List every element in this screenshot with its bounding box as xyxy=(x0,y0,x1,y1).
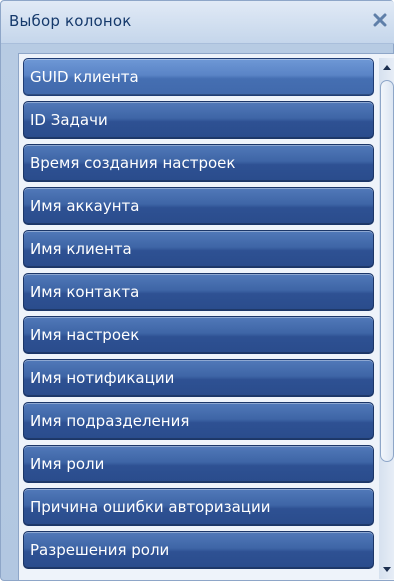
window-title: Выбор колонок xyxy=(9,12,132,30)
column-chooser-window: Выбор колонок GUID клиента ID Задачи Вре… xyxy=(0,0,394,581)
close-button[interactable] xyxy=(369,9,391,31)
scroll-up-button[interactable] xyxy=(379,58,394,76)
column-item-task-id[interactable]: ID Задачи xyxy=(23,101,374,139)
column-item-role-permissions[interactable]: Разрешения роли xyxy=(23,531,374,569)
column-item-label: Имя подразделения xyxy=(30,412,190,430)
column-item-label: GUID клиента xyxy=(30,68,139,86)
column-item-settings-name[interactable]: Имя настроек xyxy=(23,316,374,354)
title-bar[interactable]: Выбор колонок xyxy=(1,1,394,44)
column-item-notification-name[interactable]: Имя нотификации xyxy=(23,359,374,397)
column-item-label: Разрешения роли xyxy=(30,541,170,559)
column-item-label: Имя клиента xyxy=(30,240,132,258)
column-item-label: Время создания настроек xyxy=(30,154,236,172)
arrow-down-icon xyxy=(383,567,391,572)
column-item-guid-client[interactable]: GUID клиента xyxy=(23,58,374,96)
column-item-role-name[interactable]: Имя роли xyxy=(23,445,374,483)
arrow-up-icon xyxy=(383,65,391,70)
column-item-label: Причина ошибки авторизации xyxy=(30,498,271,516)
column-list: GUID клиента ID Задачи Время создания на… xyxy=(23,58,375,579)
vertical-scrollbar[interactable] xyxy=(379,58,394,579)
column-item-account-name[interactable]: Имя аккаунта xyxy=(23,187,374,225)
column-item-client-name[interactable]: Имя клиента xyxy=(23,230,374,268)
column-item-auth-error-reason[interactable]: Причина ошибки авторизации xyxy=(23,488,374,526)
column-item-label: Имя настроек xyxy=(30,326,140,344)
column-item-label: Имя аккаунта xyxy=(30,197,140,215)
close-icon xyxy=(373,13,387,27)
column-item-settings-created-time[interactable]: Время создания настроек xyxy=(23,144,374,182)
scroll-down-button[interactable] xyxy=(379,561,394,579)
column-item-label: Имя контакта xyxy=(30,283,140,301)
column-item-label: Имя роли xyxy=(30,455,105,473)
scroll-thumb[interactable] xyxy=(380,80,394,462)
column-item-label: Имя нотификации xyxy=(30,369,175,387)
column-item-department-name[interactable]: Имя подразделения xyxy=(23,402,374,440)
column-item-label: ID Задачи xyxy=(30,111,108,129)
column-item-contact-name[interactable]: Имя контакта xyxy=(23,273,374,311)
